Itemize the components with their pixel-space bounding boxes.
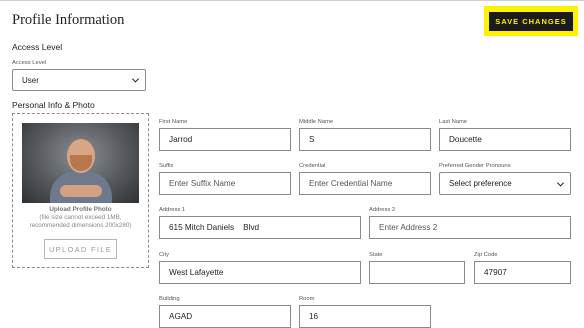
state-field[interactable]	[369, 261, 465, 284]
access-level-label: Access Level	[12, 60, 47, 66]
suffix-label: Suffix	[159, 163, 174, 169]
credential-placeholder: Enter Credential Name	[309, 179, 393, 188]
credential-label: Credential	[299, 163, 326, 169]
address-1-label: Address 1	[159, 207, 186, 213]
pronouns-label: Preferred Gender Pronouns	[439, 163, 511, 169]
credential-field[interactable]: Enter Credential Name	[299, 172, 431, 195]
last-name-field[interactable]: Doucette	[439, 128, 571, 151]
photo-arms-shape	[60, 185, 102, 197]
first-name-value: Jarrod	[169, 135, 193, 144]
building-field[interactable]: AGAD	[159, 305, 291, 328]
zip-code-field[interactable]: 47907	[474, 261, 571, 284]
address-2-label: Address 2	[369, 207, 396, 213]
city-label: City	[159, 252, 169, 258]
building-value: AGAD	[169, 312, 193, 321]
upload-file-button[interactable]: UPLOAD FILE	[44, 239, 117, 259]
middle-name-label: Middle Name	[299, 119, 334, 125]
address-2-placeholder: Enter Address 2	[379, 223, 438, 232]
upload-photo-title: Upload Profile Photo	[49, 206, 112, 213]
access-level-heading: Access Level	[12, 42, 63, 52]
personal-info-heading: Personal Info & Photo	[12, 100, 95, 110]
upload-note-line-2: recommended dimensions 200x280)	[29, 222, 132, 229]
access-level-select[interactable]: User	[12, 69, 146, 91]
chevron-down-icon	[556, 178, 565, 187]
room-field[interactable]: 16	[299, 305, 431, 328]
profile-photo	[22, 123, 139, 203]
top-rule	[0, 0, 584, 4]
room-value: 16	[309, 312, 319, 321]
last-name-value: Doucette	[449, 135, 482, 144]
zip-code-value: 47907	[484, 268, 507, 277]
first-name-label: First Name	[159, 119, 188, 125]
state-label: State	[369, 252, 383, 258]
city-value: West Lafayette	[169, 268, 224, 277]
first-name-field[interactable]: Jarrod	[159, 128, 291, 151]
access-level-value: User	[22, 75, 39, 85]
room-label: Room	[299, 296, 315, 302]
address-2-field[interactable]: Enter Address 2	[369, 216, 571, 239]
pronouns-select[interactable]: Select preference	[439, 172, 571, 195]
middle-name-field[interactable]: S	[299, 128, 431, 151]
pronouns-value: Select preference	[449, 179, 512, 188]
chevron-down-icon	[131, 75, 140, 83]
middle-name-value: S	[309, 135, 315, 144]
save-changes-button[interactable]: SAVE CHANGES	[484, 6, 578, 36]
city-field[interactable]: West Lafayette	[159, 261, 361, 284]
upload-note-line-1: (file size cannot exceed 1MB,	[39, 214, 122, 221]
save-changes-label: SAVE CHANGES	[489, 11, 573, 31]
last-name-label: Last Name	[439, 119, 468, 125]
suffix-field[interactable]: Enter Suffix Name	[159, 172, 291, 195]
page-title: Profile Information	[12, 12, 125, 28]
photo-upload-area: Upload Profile Photo (file size cannot e…	[12, 113, 149, 268]
address-1-value: 615 Mitch Daniels Blvd	[169, 223, 260, 232]
zip-code-label: Zip Code	[474, 252, 498, 258]
suffix-placeholder: Enter Suffix Name	[169, 179, 236, 188]
upload-photo-note: (file size cannot exceed 1MB, recommende…	[13, 214, 148, 230]
building-label: Building	[159, 296, 180, 302]
address-1-field[interactable]: 615 Mitch Daniels Blvd	[159, 216, 361, 239]
